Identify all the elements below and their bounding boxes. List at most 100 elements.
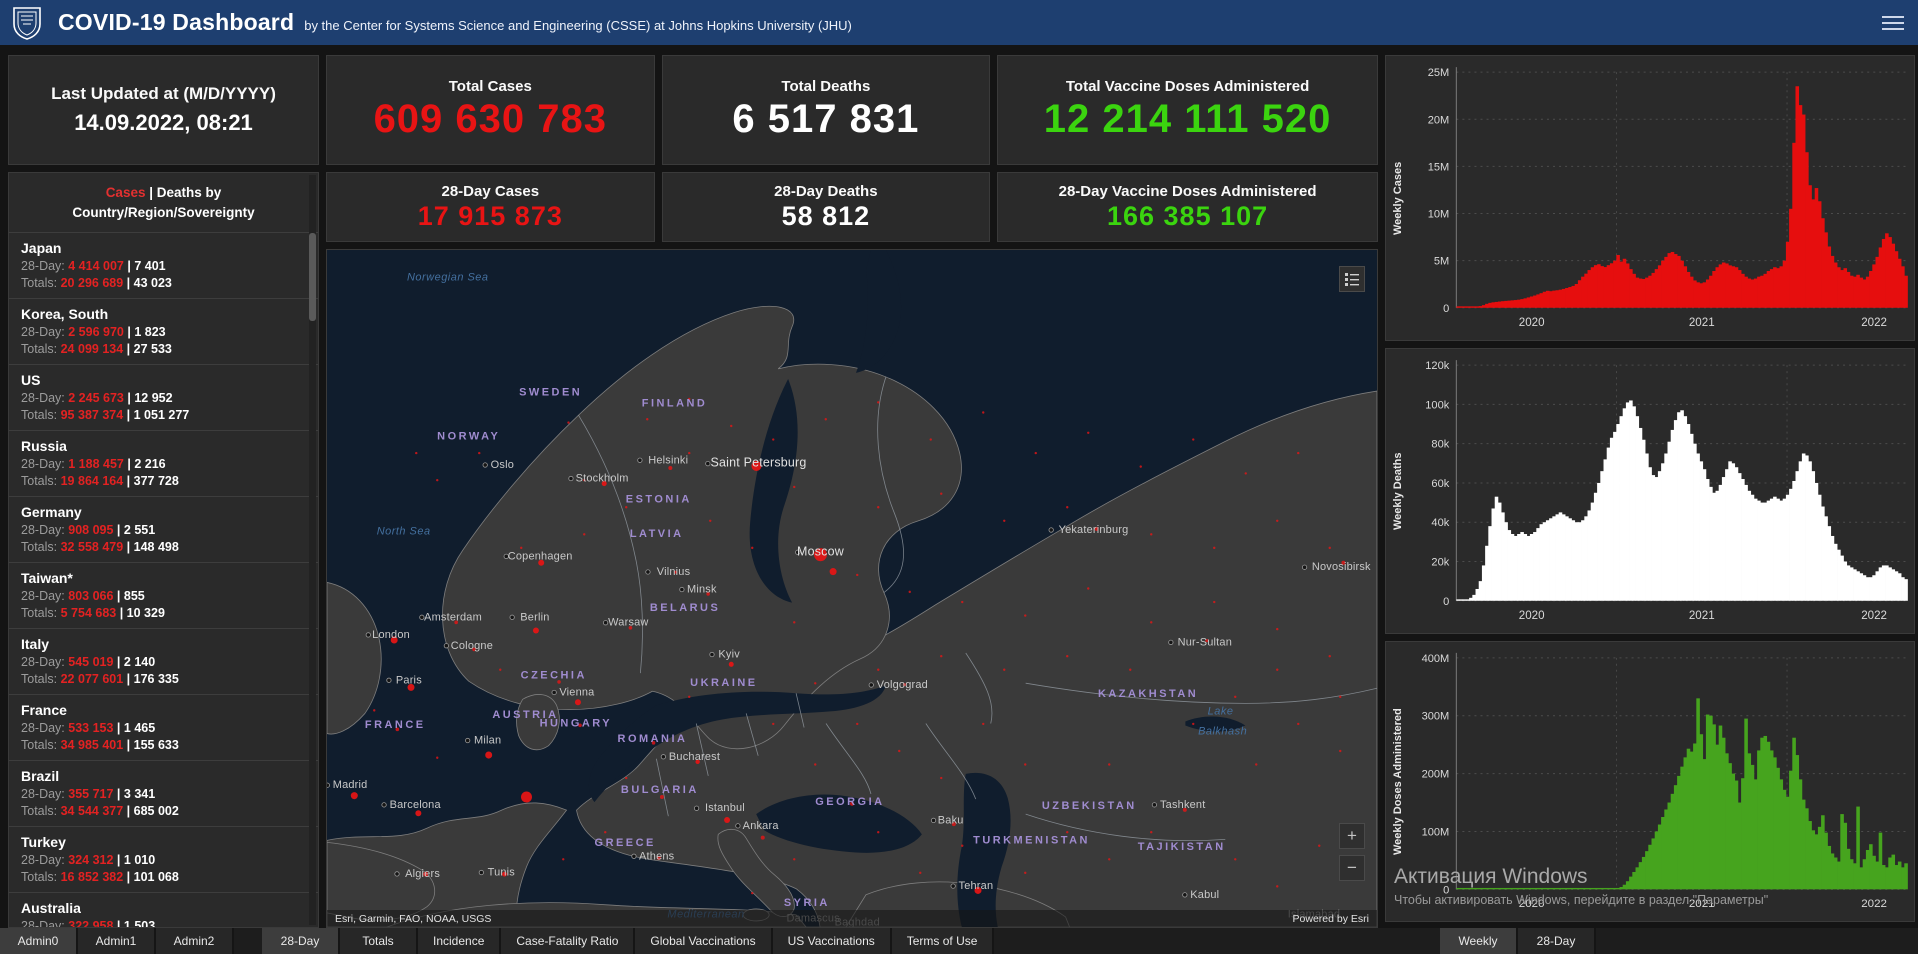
outbreak-dot[interactable] bbox=[961, 844, 964, 847]
tab-chart-28-day[interactable]: 28-Day bbox=[1518, 928, 1596, 954]
outbreak-dot[interactable] bbox=[436, 478, 439, 482]
outbreak-dot[interactable] bbox=[1339, 749, 1342, 753]
country-row[interactable]: US 28-Day: 2 245 673 | 12 952 Totals: 95 3… bbox=[9, 363, 318, 430]
outbreak-dot[interactable] bbox=[982, 411, 985, 414]
outbreak-dot[interactable] bbox=[814, 763, 817, 766]
map-legend-button[interactable] bbox=[1339, 266, 1365, 292]
country-row[interactable]: Korea, South 28-Day: 2 596 970 | 1 823 Tot… bbox=[9, 297, 318, 364]
outbreak-dot[interactable] bbox=[1276, 519, 1279, 523]
country-row[interactable]: Japan 28-Day: 4 414 007 | 7 401 Totals: 20… bbox=[9, 231, 318, 298]
outbreak-dot[interactable] bbox=[1328, 546, 1331, 550]
outbreak-dot[interactable] bbox=[1129, 668, 1132, 671]
outbreak-dot[interactable] bbox=[1276, 627, 1279, 631]
outbreak-dot[interactable] bbox=[415, 810, 422, 817]
outbreak-dot[interactable] bbox=[520, 546, 523, 550]
outbreak-dot[interactable] bbox=[646, 418, 649, 421]
outbreak-dot[interactable] bbox=[982, 722, 985, 726]
outbreak-dot[interactable] bbox=[1234, 858, 1237, 861]
outbreak-dot[interactable] bbox=[604, 831, 607, 834]
map-canvas[interactable]: Norwegian SeaNorth SeaMediterraneanLakeB… bbox=[327, 250, 1377, 927]
outbreak-dot[interactable] bbox=[1328, 654, 1331, 658]
outbreak-dot[interactable] bbox=[829, 568, 837, 576]
outbreak-dot[interactable] bbox=[436, 756, 439, 759]
outbreak-dot[interactable] bbox=[728, 661, 734, 667]
outbreak-dot[interactable] bbox=[898, 749, 901, 753]
outbreak-dot[interactable] bbox=[1150, 831, 1153, 834]
tab-global-vaccinations[interactable]: Global Vaccinations bbox=[635, 928, 773, 954]
outbreak-dot[interactable] bbox=[877, 831, 880, 834]
country-row[interactable]: Italy 28-Day: 545 019 | 2 140 Totals: 22 0… bbox=[9, 627, 318, 694]
outbreak-dot[interactable] bbox=[814, 682, 817, 685]
outbreak-dot[interactable] bbox=[562, 858, 565, 861]
outbreak-dot[interactable] bbox=[1318, 844, 1321, 847]
outbreak-dot[interactable] bbox=[772, 438, 775, 441]
outbreak-dot[interactable] bbox=[532, 627, 539, 634]
tab-chart-weekly[interactable]: Weekly bbox=[1440, 928, 1518, 954]
outbreak-dot[interactable] bbox=[1087, 431, 1090, 434]
menu-icon[interactable] bbox=[1882, 12, 1904, 34]
outbreak-dot[interactable] bbox=[856, 722, 859, 726]
outbreak-dot[interactable] bbox=[1066, 831, 1069, 834]
tab-incidence[interactable]: Incidence bbox=[418, 928, 502, 954]
tab-case-fatality-ratio[interactable]: Case-Fatality Ratio bbox=[501, 928, 636, 954]
sidebar-scrollbar-thumb[interactable] bbox=[309, 233, 316, 321]
outbreak-dot[interactable] bbox=[940, 654, 943, 658]
outbreak-dot[interactable] bbox=[724, 817, 731, 824]
outbreak-dot[interactable] bbox=[485, 751, 493, 759]
outbreak-dot[interactable] bbox=[1192, 722, 1195, 726]
tab-admin0[interactable]: Admin0 bbox=[0, 928, 78, 954]
country-row[interactable]: Turkey 28-Day: 324 312 | 1 010 Totals: 16 … bbox=[9, 825, 318, 892]
outbreak-dot[interactable] bbox=[1150, 533, 1153, 536]
outbreak-dot[interactable] bbox=[1339, 695, 1342, 699]
outbreak-dot[interactable] bbox=[1024, 763, 1027, 766]
outbreak-dot[interactable] bbox=[929, 438, 932, 441]
country-row[interactable]: Brazil 28-Day: 355 717 | 3 341 Totals: 34 … bbox=[9, 759, 318, 826]
outbreak-dot[interactable] bbox=[1066, 506, 1069, 509]
outbreak-dot[interactable] bbox=[1255, 763, 1258, 766]
outbreak-dot[interactable] bbox=[499, 668, 502, 671]
outbreak-dot[interactable] bbox=[373, 709, 376, 712]
map-zoom-in-button[interactable]: + bbox=[1339, 823, 1365, 849]
outbreak-dot[interactable] bbox=[1244, 472, 1247, 475]
outbreak-dot[interactable] bbox=[877, 401, 880, 404]
outbreak-dot[interactable] bbox=[1066, 654, 1069, 658]
map-zoom-out-button[interactable]: − bbox=[1339, 855, 1365, 881]
outbreak-dot[interactable] bbox=[961, 600, 964, 604]
tab-admin2[interactable]: Admin2 bbox=[156, 928, 234, 954]
outbreak-dot[interactable] bbox=[940, 776, 943, 780]
tab-us-vaccinations[interactable]: US Vaccinations bbox=[772, 928, 892, 954]
outbreak-dot[interactable] bbox=[1150, 621, 1153, 624]
outbreak-dot[interactable] bbox=[478, 451, 481, 455]
outbreak-dot[interactable] bbox=[574, 699, 581, 706]
outbreak-dot[interactable] bbox=[1108, 763, 1111, 766]
outbreak-dot[interactable] bbox=[1276, 885, 1279, 888]
tab-admin1[interactable]: Admin1 bbox=[78, 928, 156, 954]
country-row[interactable]: France 28-Day: 533 153 | 1 465 Totals: 34 … bbox=[9, 693, 318, 760]
country-row[interactable]: Taiwan* 28-Day: 803 066 | 855 Totals: 5 75… bbox=[9, 561, 318, 628]
outbreak-dot[interactable] bbox=[760, 835, 765, 840]
sidebar-scrollbar[interactable] bbox=[309, 175, 316, 925]
country-row[interactable]: Germany 28-Day: 908 095 | 2 551 Totals: 32… bbox=[9, 495, 318, 562]
outbreak-dot[interactable] bbox=[688, 451, 691, 455]
outbreak-dot[interactable] bbox=[625, 776, 628, 780]
outbreak-dot[interactable] bbox=[668, 465, 673, 471]
outbreak-dot[interactable] bbox=[751, 546, 754, 550]
outbreak-dot[interactable] bbox=[1297, 451, 1300, 455]
outbreak-dot[interactable] bbox=[688, 695, 691, 699]
outbreak-dot[interactable] bbox=[730, 424, 733, 428]
outbreak-dot[interactable] bbox=[625, 506, 628, 509]
outbreak-dot[interactable] bbox=[877, 506, 880, 509]
outbreak-dot[interactable] bbox=[1192, 438, 1195, 441]
outbreak-dot[interactable] bbox=[521, 791, 532, 803]
world-map[interactable]: Norwegian SeaNorth SeaMediterraneanLakeB… bbox=[326, 249, 1378, 928]
country-row[interactable]: Russia 28-Day: 1 188 457 | 2 216 Totals: 1… bbox=[9, 429, 318, 496]
outbreak-dot[interactable] bbox=[793, 485, 796, 489]
outbreak-dot[interactable] bbox=[856, 573, 859, 577]
outbreak-dot[interactable] bbox=[1034, 451, 1037, 455]
outbreak-dot[interactable] bbox=[1213, 546, 1216, 550]
outbreak-dot[interactable] bbox=[1024, 871, 1027, 875]
outbreak-dot[interactable] bbox=[824, 418, 827, 421]
outbreak-dot[interactable] bbox=[1024, 614, 1027, 617]
outbreak-dot[interactable] bbox=[751, 891, 754, 895]
outbreak-dot[interactable] bbox=[793, 621, 796, 624]
